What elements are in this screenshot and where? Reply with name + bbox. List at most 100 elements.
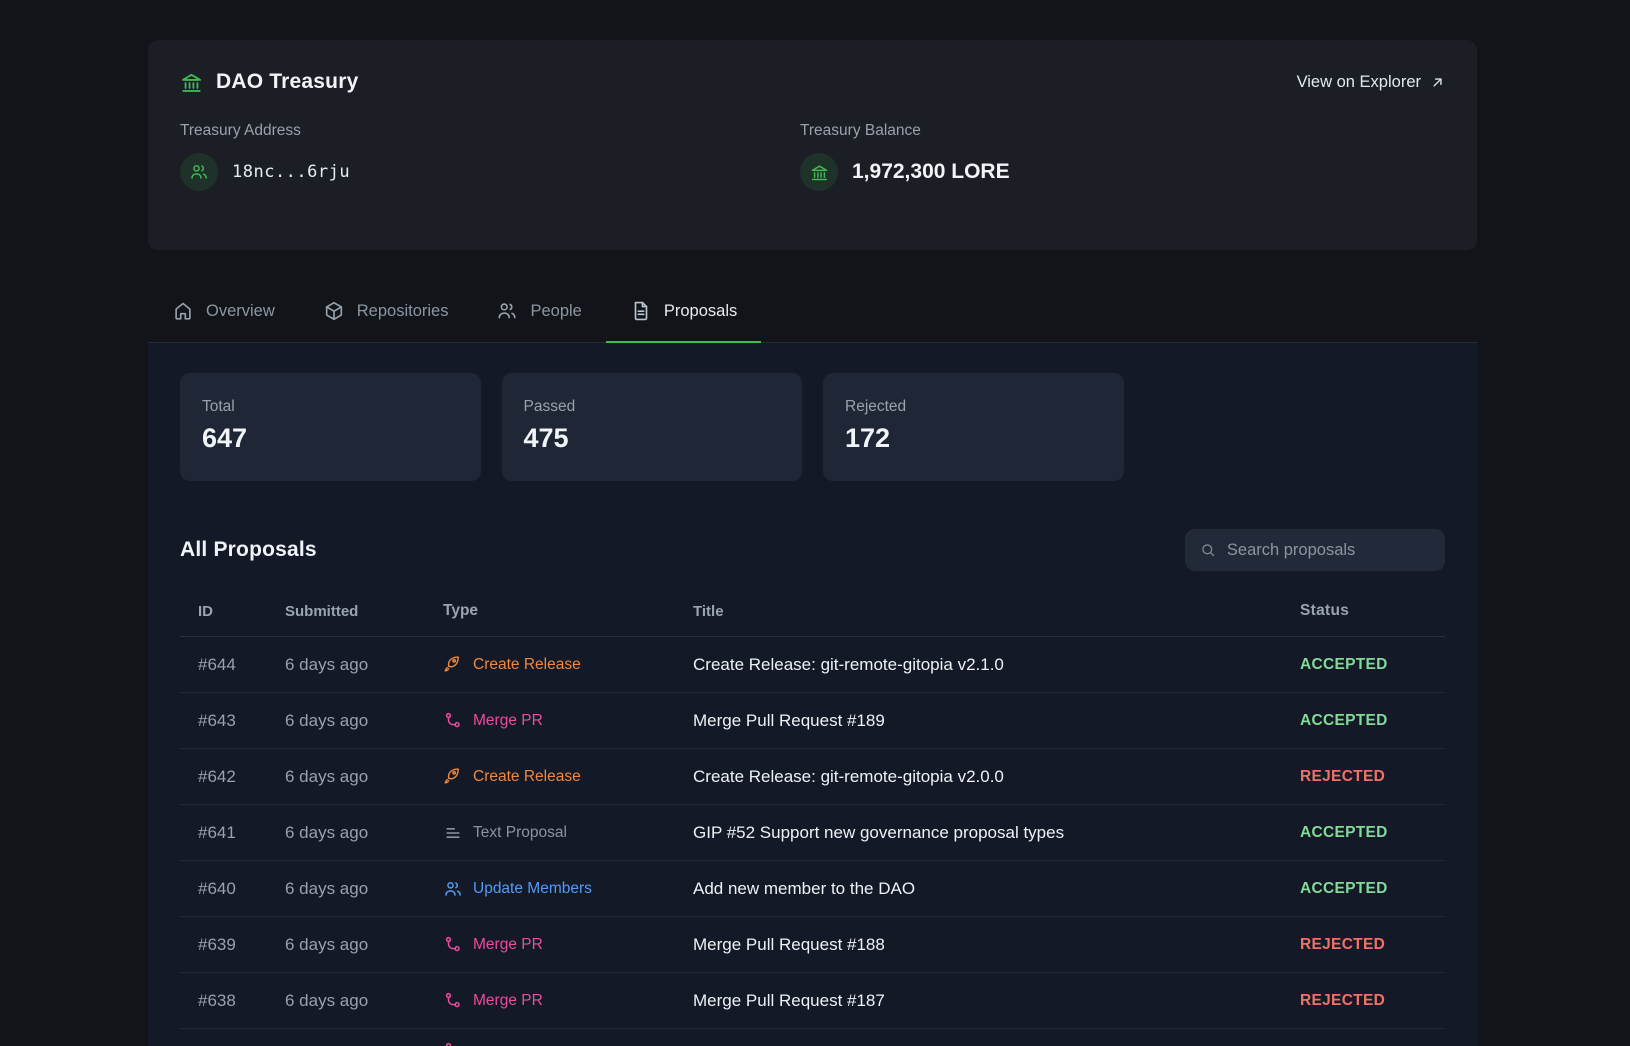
row-submitted: 6 days ago xyxy=(285,935,443,955)
tab-proposals[interactable]: Proposals xyxy=(606,282,761,343)
people-icon xyxy=(496,300,518,322)
row-title: Merge Pull Request #189 xyxy=(693,711,1300,731)
stat-value: 647 xyxy=(202,423,459,454)
view-on-explorer-link[interactable]: View on Explorer xyxy=(1297,73,1445,92)
bank-icon xyxy=(810,163,829,182)
treasury-balance-label: Treasury Balance xyxy=(800,122,1010,140)
rocket-icon xyxy=(443,767,463,787)
status-badge: ACCEPTED xyxy=(1300,880,1445,898)
stat-card-passed: Passed 475 xyxy=(502,373,803,481)
row-title: Create Release: git-remote-gitopia v2.0.… xyxy=(693,767,1300,787)
people-icon xyxy=(189,162,209,182)
row-id: #642 xyxy=(180,767,285,787)
col-header-title: Title xyxy=(693,603,1300,620)
table-row[interactable]: #638 6 days ago Merge PR Merge Pull Requ… xyxy=(180,973,1445,1029)
row-id: #643 xyxy=(180,711,285,731)
row-type-label: Text Proposal xyxy=(473,824,567,842)
stat-value: 172 xyxy=(845,423,1102,454)
row-submitted: 6 days ago xyxy=(285,655,443,675)
treasury-address-value[interactable]: 18nc...6rju xyxy=(232,162,350,182)
row-id: #639 xyxy=(180,935,285,955)
status-badge: REJECTED xyxy=(1300,936,1445,954)
search-proposals-box[interactable] xyxy=(1185,529,1445,571)
tab-bar: Overview Repositories People xyxy=(148,282,1477,343)
all-proposals-heading: All Proposals xyxy=(180,538,317,562)
row-type-label: Update Members xyxy=(473,880,592,898)
table-row[interactable]: #639 6 days ago Merge PR Merge Pull Requ… xyxy=(180,917,1445,973)
table-row[interactable]: #644 6 days ago Create Release Create Re… xyxy=(180,637,1445,693)
tab-overview[interactable]: Overview xyxy=(148,282,299,343)
row-title: Create Release: git-remote-gitopia v2.1.… xyxy=(693,655,1300,675)
tab-label: Proposals xyxy=(664,302,737,321)
package-icon xyxy=(323,300,345,322)
table-row[interactable]: #641 6 days ago Text Proposal GIP #52 Su… xyxy=(180,805,1445,861)
explorer-link-label: View on Explorer xyxy=(1297,73,1421,92)
stat-value: 475 xyxy=(524,423,781,454)
document-icon xyxy=(630,300,652,322)
col-header-submitted: Submitted xyxy=(285,603,443,620)
row-type-label: Create Release xyxy=(473,656,581,674)
row-type-label: Merge PR xyxy=(473,712,543,730)
row-id: #641 xyxy=(180,823,285,843)
table-row[interactable]: #642 6 days ago Create Release Create Re… xyxy=(180,749,1445,805)
status-badge: ACCEPTED xyxy=(1300,656,1445,674)
arrow-up-right-icon xyxy=(1430,75,1445,90)
row-title: Merge Pull Request #187 xyxy=(693,991,1300,1011)
proposals-panel: Total 647 Passed 475 Rejected 172 All Pr… xyxy=(148,343,1477,1046)
search-icon xyxy=(1200,541,1216,559)
proposals-table: ID Submitted Type Title Status #644 6 da… xyxy=(180,587,1445,1046)
dao-page: DAO Treasury View on Explorer Treasury A… xyxy=(148,40,1477,343)
col-header-id: ID xyxy=(180,603,285,620)
col-header-type: Type xyxy=(443,602,693,620)
table-header: ID Submitted Type Title Status xyxy=(180,587,1445,637)
address-avatar xyxy=(180,153,218,191)
treasury-address-label: Treasury Address xyxy=(180,122,800,140)
status-badge: REJECTED xyxy=(1300,768,1445,786)
tab-people[interactable]: People xyxy=(472,282,605,343)
row-title: Add new member to the DAO xyxy=(693,879,1300,899)
row-id: #640 xyxy=(180,879,285,899)
tab-label: Repositories xyxy=(357,302,449,321)
row-submitted: 6 days ago xyxy=(285,767,443,787)
stat-label: Rejected xyxy=(845,398,1102,416)
stat-label: Total xyxy=(202,398,459,416)
row-id: #644 xyxy=(180,655,285,675)
row-submitted: 6 days ago xyxy=(285,879,443,899)
row-submitted: 6 days ago xyxy=(285,991,443,1011)
people-icon xyxy=(443,879,463,899)
tab-label: People xyxy=(530,302,581,321)
merge-icon xyxy=(443,711,463,731)
tab-repositories[interactable]: Repositories xyxy=(299,282,473,343)
stat-card-rejected: Rejected 172 xyxy=(823,373,1124,481)
text-lines-icon xyxy=(443,823,463,843)
treasury-card: DAO Treasury View on Explorer Treasury A… xyxy=(148,40,1477,250)
stat-label: Passed xyxy=(524,398,781,416)
page-title: DAO Treasury xyxy=(216,70,358,94)
treasury-title-group: DAO Treasury xyxy=(180,70,358,94)
rocket-icon xyxy=(443,655,463,675)
stat-card-total: Total 647 xyxy=(180,373,481,481)
row-type-label: Merge PR xyxy=(473,936,543,954)
table-row[interactable] xyxy=(180,1029,1445,1046)
treasury-balance-value: 1,972,300 LORE xyxy=(852,160,1010,184)
table-row[interactable]: #643 6 days ago Merge PR Merge Pull Requ… xyxy=(180,693,1445,749)
status-badge: REJECTED xyxy=(1300,992,1445,1010)
merge-icon xyxy=(443,991,463,1011)
row-type-label: Merge PR xyxy=(473,992,543,1010)
status-badge: ACCEPTED xyxy=(1300,824,1445,842)
bank-icon xyxy=(180,71,203,94)
row-type-label: Create Release xyxy=(473,768,581,786)
merge-icon xyxy=(443,1041,463,1046)
merge-icon xyxy=(443,935,463,955)
status-badge: ACCEPTED xyxy=(1300,712,1445,730)
home-icon xyxy=(172,300,194,322)
row-title: Merge Pull Request #188 xyxy=(693,935,1300,955)
proposal-stats: Total 647 Passed 475 Rejected 172 xyxy=(180,373,1445,481)
balance-avatar xyxy=(800,153,838,191)
col-header-status: Status xyxy=(1300,602,1445,620)
table-row[interactable]: #640 6 days ago Update Members Add new m… xyxy=(180,861,1445,917)
row-submitted: 6 days ago xyxy=(285,711,443,731)
row-id: #638 xyxy=(180,991,285,1011)
search-proposals-input[interactable] xyxy=(1227,541,1430,560)
row-submitted: 6 days ago xyxy=(285,823,443,843)
